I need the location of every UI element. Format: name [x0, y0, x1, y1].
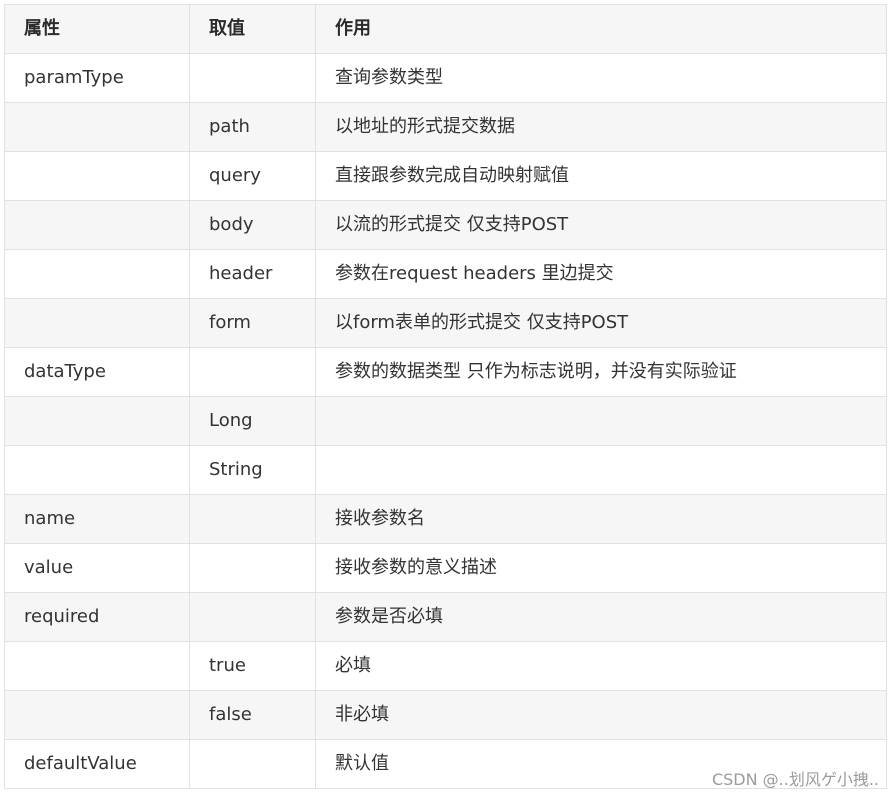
cell-attribute: dataType [4, 347, 190, 397]
cell-attribute [4, 102, 190, 152]
cell-value: path [189, 102, 316, 152]
cell-value: true [189, 641, 316, 691]
cell-attribute [4, 690, 190, 740]
cell-value: false [189, 690, 316, 740]
cell-purpose: 参数是否必填 [315, 592, 887, 642]
table-row: true 必填 [4, 641, 887, 691]
cell-attribute: defaultValue [4, 739, 190, 789]
cell-purpose [315, 445, 887, 495]
cell-value: header [189, 249, 316, 299]
cell-value [189, 543, 316, 593]
cell-purpose: 非必填 [315, 690, 887, 740]
cell-attribute [4, 200, 190, 250]
cell-attribute [4, 249, 190, 299]
table-row: required 参数是否必填 [4, 592, 887, 642]
cell-value: form [189, 298, 316, 348]
cell-attribute [4, 396, 190, 446]
cell-value [189, 347, 316, 397]
table-row: Long [4, 396, 887, 446]
cell-value: body [189, 200, 316, 250]
cell-purpose: 必填 [315, 641, 887, 691]
cell-purpose: 参数在request headers 里边提交 [315, 249, 887, 299]
table-row: String [4, 445, 887, 495]
cell-attribute: required [4, 592, 190, 642]
cell-value: Long [189, 396, 316, 446]
table-row: false 非必填 [4, 690, 887, 740]
header-attribute: 属性 [4, 4, 190, 54]
cell-attribute [4, 445, 190, 495]
cell-purpose: 查询参数类型 [315, 53, 887, 103]
csdn-watermark: CSDN @..划风ゲ小拽.. [711, 770, 879, 789]
attribute-table: 属性 取值 作用 paramType 查询参数类型 path 以地址的形式提交数… [4, 4, 887, 789]
cell-attribute: value [4, 543, 190, 593]
header-purpose: 作用 [315, 4, 887, 54]
cell-purpose: 接收参数的意义描述 [315, 543, 887, 593]
cell-attribute [4, 641, 190, 691]
table-row: header 参数在request headers 里边提交 [4, 249, 887, 299]
table-row: dataType 参数的数据类型 只作为标志说明，并没有实际验证 [4, 347, 887, 397]
cell-purpose: 参数的数据类型 只作为标志说明，并没有实际验证 [315, 347, 887, 397]
cell-purpose: 以流的形式提交 仅支持POST [315, 200, 887, 250]
table-row: form 以form表单的形式提交 仅支持POST [4, 298, 887, 348]
cell-value [189, 592, 316, 642]
cell-value: query [189, 151, 316, 201]
table-row: paramType 查询参数类型 [4, 53, 887, 103]
attribute-table-container: 属性 取值 作用 paramType 查询参数类型 path 以地址的形式提交数… [4, 4, 887, 789]
cell-value [189, 53, 316, 103]
table-header-row: 属性 取值 作用 [4, 4, 887, 54]
table-row: body 以流的形式提交 仅支持POST [4, 200, 887, 250]
cell-purpose: 以地址的形式提交数据 [315, 102, 887, 152]
cell-value [189, 494, 316, 544]
table-row: path 以地址的形式提交数据 [4, 102, 887, 152]
table-row: value 接收参数的意义描述 [4, 543, 887, 593]
table-row: name 接收参数名 [4, 494, 887, 544]
cell-attribute [4, 298, 190, 348]
cell-attribute: paramType [4, 53, 190, 103]
cell-purpose [315, 396, 887, 446]
cell-value: String [189, 445, 316, 495]
header-value: 取值 [189, 4, 316, 54]
cell-attribute: name [4, 494, 190, 544]
cell-purpose: 接收参数名 [315, 494, 887, 544]
cell-value [189, 739, 316, 789]
cell-attribute [4, 151, 190, 201]
table-row: query 直接跟参数完成自动映射赋值 [4, 151, 887, 201]
cell-purpose: 直接跟参数完成自动映射赋值 [315, 151, 887, 201]
cell-purpose: 以form表单的形式提交 仅支持POST [315, 298, 887, 348]
